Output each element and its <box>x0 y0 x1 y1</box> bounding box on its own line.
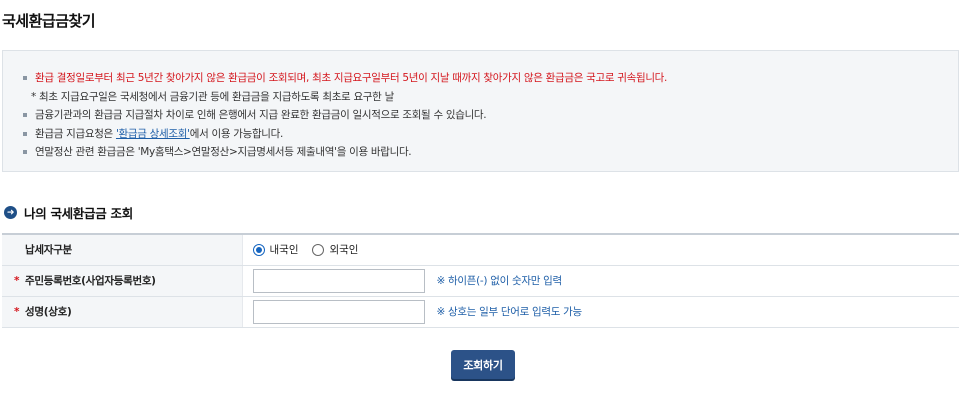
name-hint: ※ 상호는 일부 단어로 입력도 가능 <box>436 306 583 318</box>
notice-text: 금융기관과의 환급금 지급절차 차이로 인해 은행에서 지급 완료한 환급금이 … <box>35 109 487 121</box>
taxpayer-type-radio-group: 내국인 외국인 <box>252 242 960 257</box>
radio-label: 외국인 <box>329 244 359 257</box>
bullet-icon <box>23 76 27 80</box>
required-mark: * <box>14 306 20 318</box>
radio-unchecked-icon[interactable] <box>312 243 325 256</box>
radio-domestic[interactable]: 내국인 <box>252 242 299 257</box>
radio-checked-icon[interactable] <box>252 243 265 256</box>
page-title: 국세환급금찾기 <box>2 12 96 30</box>
label-text: 성명(상호) <box>25 306 72 318</box>
notice-text: 연말정산 관련 환급금은 'My홈택스>연말정산>지급명세서등 제출내역'을 이… <box>35 146 412 158</box>
refund-detail-link[interactable]: '환급금 상세조회' <box>116 128 190 140</box>
notice-text: 환급금 지급요청은 <box>35 128 116 140</box>
name-input[interactable] <box>252 299 425 324</box>
search-form: 납세자구분 내국인 외국인 * 주민등록번호(사업자등록번호) ※ 하이픈(-) … <box>2 233 959 328</box>
notice-subitem: * 최초 지급요구일은 국세청에서 금융기관 등에 환급금을 지급하도록 최초로… <box>31 89 394 104</box>
search-button[interactable]: 조회하기 <box>451 350 515 379</box>
notice-item: 환급 결정일로부터 최근 5년간 찾아가지 않은 환급금이 조회되며, 최초 지… <box>23 70 667 85</box>
notice-box: 환급 결정일로부터 최근 5년간 찾아가지 않은 환급금이 조회되며, 최초 지… <box>2 50 959 172</box>
form-row-reg-number: * 주민등록번호(사업자등록번호) ※ 하이픈(-) 없이 숫자만 입력 <box>2 265 959 297</box>
notice-text: 환급 결정일로부터 최근 5년간 찾아가지 않은 환급금이 조회되며, 최초 지… <box>35 72 668 84</box>
reg-number-hint: ※ 하이픈(-) 없이 숫자만 입력 <box>436 275 563 287</box>
reg-number-input[interactable] <box>252 268 425 293</box>
bullet-icon <box>23 113 27 117</box>
field-value: ※ 하이픈(-) 없이 숫자만 입력 <box>242 265 959 297</box>
notice-item: 환급금 지급요청은 '환급금 상세조회'에서 이용 가능합니다. <box>23 126 283 141</box>
field-value: 내국인 외국인 <box>242 234 960 266</box>
form-row-name: * 성명(상호) ※ 상호는 일부 단어로 입력도 가능 <box>2 296 959 328</box>
notice-item: 금융기관과의 환급금 지급절차 차이로 인해 은행에서 지급 완료한 환급금이 … <box>23 107 487 122</box>
arrow-circle-icon: ➜ <box>4 206 17 219</box>
bullet-icon <box>23 132 27 136</box>
section-title: ➜ 나의 국세환급금 조회 <box>4 203 133 222</box>
field-label: * 주민등록번호(사업자등록번호) <box>2 265 243 297</box>
label-text: 주민등록번호(사업자등록번호) <box>25 275 156 287</box>
field-label: 납세자구분 <box>2 234 243 266</box>
radio-label: 내국인 <box>269 244 299 257</box>
notice-text: 에서 이용 가능합니다. <box>189 128 284 140</box>
form-row-taxpayer-type: 납세자구분 내국인 외국인 <box>2 234 960 266</box>
field-value: ※ 상호는 일부 단어로 입력도 가능 <box>242 296 959 328</box>
field-label: * 성명(상호) <box>2 296 243 328</box>
label-text: 납세자구분 <box>25 244 72 257</box>
notice-text: * 최초 지급요구일은 국세청에서 금융기관 등에 환급금을 지급하도록 최초로… <box>31 91 394 103</box>
notice-item: 연말정산 관련 환급금은 'My홈택스>연말정산>지급명세서등 제출내역'을 이… <box>23 144 412 159</box>
required-mark: * <box>14 275 20 287</box>
bullet-icon <box>23 150 27 154</box>
section-title-text: 나의 국세환급금 조회 <box>24 206 133 221</box>
radio-foreigner[interactable]: 외국인 <box>312 242 358 257</box>
